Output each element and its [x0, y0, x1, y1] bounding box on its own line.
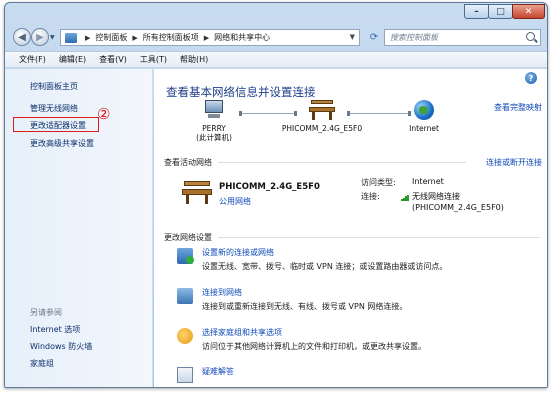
sidebar-item-advanced-sharing[interactable]: 更改高级共享设置	[30, 138, 94, 149]
network-type-link[interactable]: 公用网络	[219, 196, 251, 207]
maximize-button[interactable]: □	[488, 4, 513, 19]
view-full-map-link[interactable]: 查看完整映射	[494, 102, 542, 113]
map-node-computer: PERRY (此计算机)	[174, 100, 254, 143]
sidebar-item-homegroup[interactable]: 家庭组	[30, 358, 54, 369]
network-bench-icon	[309, 100, 335, 120]
task-title-connect-network[interactable]: 连接到网络	[202, 287, 242, 298]
active-network-bench-icon	[182, 180, 212, 204]
task-connect-network: 连接到网络 连接到或重新连接到无线、有线、拨号或 VPN 网络连接。	[177, 287, 537, 315]
search-placeholder: 搜索控制面板	[390, 33, 438, 42]
back-button[interactable]: ◀	[13, 28, 31, 46]
breadcrumb-all-items[interactable]: 所有控制面板项	[143, 32, 199, 43]
annotation-step-number: ②	[97, 105, 111, 123]
chevron-right-icon[interactable]: ▶	[85, 34, 90, 42]
address-row: ◀ ▶ ▼ ▶ 控制面板 ▶ 所有控制面板项 ▶ 网络和共享中心 ▼ ⟳ 搜索控…	[5, 25, 547, 49]
active-network-name: PHICOMM_2.4G_E5F0	[219, 182, 320, 192]
wireless-connection-ssid-link[interactable]: (PHICOMM_2.4G_E5F0)	[412, 203, 504, 212]
search-icon[interactable]	[526, 32, 535, 41]
section-divider	[218, 237, 540, 238]
homegroup-icon	[177, 328, 193, 344]
menu-edit[interactable]: 编辑(E)	[59, 54, 86, 65]
active-networks-heading: 查看活动网络	[164, 158, 212, 167]
task-title-homegroup[interactable]: 选择家庭组和共享选项	[202, 327, 282, 338]
task-troubleshoot: 疑难解答	[177, 366, 537, 384]
task-title-troubleshoot[interactable]: 疑难解答	[202, 366, 234, 377]
sidebar: 控制面板主页 管理无线网络 更改适配器设置 更改高级共享设置 ② 另请参阅 In…	[5, 69, 153, 387]
map-node-router: PHICOMM_2.4G_E5F0	[272, 100, 372, 133]
menu-file[interactable]: 文件(F)	[19, 54, 46, 65]
sidebar-item-firewall[interactable]: Windows 防火墙	[30, 341, 92, 352]
task-title-new-connection[interactable]: 设置新的连接或网络	[202, 247, 274, 258]
breadcrumb-network-center[interactable]: 网络和共享中心	[214, 32, 270, 43]
new-connection-icon	[177, 248, 194, 264]
main-content: ? 查看基本网络信息并设置连接 查看完整映射 PERRY (此计算机) PHIC…	[154, 69, 547, 387]
breadcrumb-control-panel[interactable]: 控制面板	[95, 32, 127, 43]
address-dropdown-icon[interactable]: ▼	[350, 33, 355, 41]
task-new-connection: 设置新的连接或网络 设置无线、宽带、拨号、临时或 VPN 连接；或设置路由器或访…	[177, 247, 537, 275]
sidebar-item-home[interactable]: 控制面板主页	[30, 81, 78, 92]
menu-tools[interactable]: 工具(T)	[140, 54, 167, 65]
computer-subtitle: (此计算机)	[196, 133, 232, 143]
close-button[interactable]: ✕	[512, 4, 545, 19]
see-also-heading: 另请参阅	[30, 308, 62, 317]
search-input[interactable]: 搜索控制面板	[384, 29, 541, 46]
chevron-right-icon[interactable]: ▶	[204, 34, 209, 42]
refresh-icon[interactable]: ⟳	[365, 29, 383, 46]
connect-disconnect-link[interactable]: 连接或断开连接	[486, 157, 542, 168]
map-node-internet: Internet	[394, 100, 454, 133]
computer-icon	[203, 100, 225, 120]
forward-button[interactable]: ▶	[31, 28, 49, 46]
title-bar: – □ ✕	[5, 3, 547, 23]
wireless-connection-link[interactable]: 无线网络连接	[412, 191, 460, 202]
chevron-right-icon[interactable]: ▶	[132, 34, 137, 42]
wireless-signal-icon	[401, 194, 410, 201]
task-desc-new-connection: 设置无线、宽带、拨号、临时或 VPN 连接；或设置路由器或访问点。	[202, 262, 448, 271]
connection-label: 连接:	[361, 192, 380, 201]
computer-name: PERRY	[202, 124, 226, 133]
annotation-highlight-box	[13, 117, 99, 132]
section-divider	[218, 162, 466, 163]
task-homegroup: 选择家庭组和共享选项 访问位于其他网络计算机上的文件和打印机，或更改共享设置。	[177, 327, 537, 355]
minimize-button[interactable]: –	[464, 4, 489, 19]
internet-globe-icon	[414, 100, 434, 120]
menu-bar: 文件(F) 编辑(E) 查看(V) 工具(T) 帮助(H)	[5, 51, 547, 68]
access-type-value: Internet	[412, 177, 444, 186]
troubleshoot-icon	[177, 367, 193, 383]
recent-pages-dropdown-icon[interactable]: ▼	[50, 34, 55, 41]
menu-view[interactable]: 查看(V)	[99, 54, 127, 65]
address-bar[interactable]: ▶ 控制面板 ▶ 所有控制面板项 ▶ 网络和共享中心 ▼	[60, 29, 360, 46]
internet-name: Internet	[409, 124, 439, 133]
connect-network-icon	[177, 288, 193, 304]
help-icon[interactable]: ?	[525, 72, 537, 84]
control-panel-window: – □ ✕ ◀ ▶ ▼ ▶ 控制面板 ▶ 所有控制面板项 ▶ 网络和共享中心 ▼…	[4, 2, 548, 388]
task-desc-homegroup: 访问位于其他网络计算机上的文件和打印机，或更改共享设置。	[202, 342, 426, 351]
control-panel-icon	[65, 32, 77, 43]
menu-help[interactable]: 帮助(H)	[180, 54, 208, 65]
change-settings-heading: 更改网络设置	[164, 233, 212, 242]
router-name: PHICOMM_2.4G_E5F0	[281, 124, 363, 133]
sidebar-item-internet-options[interactable]: Internet 选项	[30, 324, 80, 335]
page-title: 查看基本网络信息并设置连接	[166, 85, 316, 99]
sidebar-item-manage-wireless[interactable]: 管理无线网络	[30, 103, 78, 114]
task-desc-connect-network: 连接到或重新连接到无线、有线、拨号或 VPN 网络连接。	[202, 302, 408, 311]
access-type-label: 访问类型:	[361, 178, 396, 187]
